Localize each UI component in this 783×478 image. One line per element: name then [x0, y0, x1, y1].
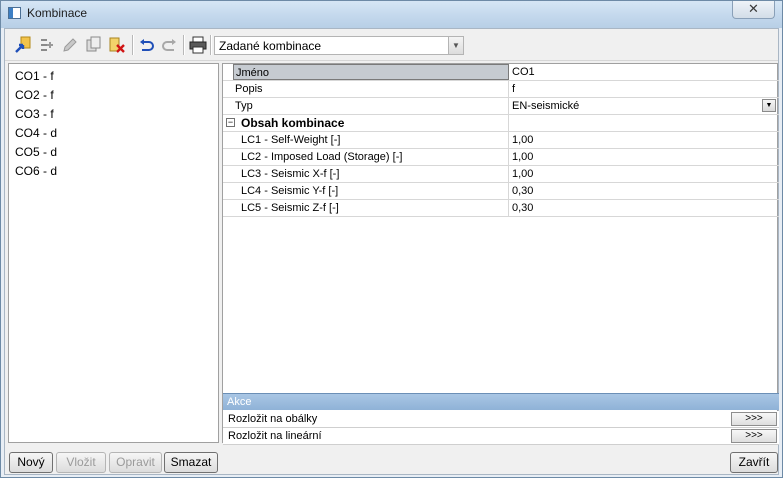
load-case-name: LC3 - Seismic X-f [-] — [239, 166, 509, 182]
action-label: Rozložit na lineární — [228, 430, 322, 442]
action-label: Rozložit na obálky — [228, 413, 318, 425]
load-case-coefficient[interactable]: 1,00 — [509, 132, 779, 148]
collapse-icon[interactable]: − — [226, 118, 235, 127]
section-combination-content[interactable]: − Obsah kombinace — [223, 115, 779, 132]
load-case-name: LC5 - Seismic Z-f [-] — [239, 200, 509, 216]
delete-icon[interactable] — [108, 36, 126, 54]
load-case-row[interactable]: LC2 - Imposed Load (Storage) [-] 1,00 — [223, 149, 779, 166]
edit-icon[interactable] — [61, 36, 79, 54]
edit-button[interactable]: Opravit — [109, 452, 162, 473]
property-label: Typ — [233, 98, 509, 114]
action-row: Rozložit na lineární >>> — [223, 428, 779, 445]
property-row-type[interactable]: Typ EN-seismické ▼ — [223, 98, 779, 115]
close-window-button[interactable]: ✕ — [732, 1, 775, 19]
selector-value: Zadané kombinace — [219, 39, 322, 53]
list-item[interactable]: CO4 - d — [15, 126, 57, 140]
kombinace-window: Kombinace ✕ Zadané kombinace ▼ CO1 - f C… — [0, 0, 783, 478]
type-value: EN-seismické — [512, 100, 580, 112]
redo-icon[interactable] — [160, 36, 178, 54]
name-field[interactable]: CO1 — [509, 64, 779, 80]
property-row-name[interactable]: Jméno CO1 — [223, 64, 779, 81]
combination-list[interactable]: CO1 - f CO2 - f CO3 - f CO4 - d CO5 - d … — [8, 63, 219, 443]
window-title: Kombinace — [27, 6, 88, 20]
load-case-row[interactable]: LC5 - Seismic Z-f [-] 0,30 — [223, 200, 779, 217]
load-case-row[interactable]: LC3 - Seismic X-f [-] 1,00 — [223, 166, 779, 183]
load-case-coefficient[interactable]: 0,30 — [509, 200, 779, 216]
chevron-down-icon[interactable]: ▼ — [762, 99, 776, 112]
action-run-button[interactable]: >>> — [731, 429, 777, 443]
type-select[interactable]: EN-seismické ▼ — [509, 98, 779, 114]
list-item[interactable]: CO5 - d — [15, 145, 57, 159]
insert-icon[interactable] — [38, 36, 56, 54]
description-field[interactable]: f — [509, 81, 779, 97]
toolbar-separator — [210, 35, 211, 55]
title-bar: Kombinace ✕ — [1, 1, 782, 28]
toolbar: Zadané kombinace ▼ — [5, 29, 778, 61]
insert-button[interactable]: Vložit — [56, 452, 106, 473]
delete-button[interactable]: Smazat — [164, 452, 218, 473]
property-grid: Jméno CO1 Popis f Typ EN-seismické ▼ − O… — [222, 63, 779, 443]
load-case-name: LC1 - Self-Weight [-] — [239, 132, 509, 148]
load-case-name: LC4 - Seismic Y-f [-] — [239, 183, 509, 199]
client-area: Zadané kombinace ▼ CO1 - f CO2 - f CO3 -… — [4, 28, 779, 475]
property-label: Popis — [233, 81, 509, 97]
toolbar-separator — [132, 35, 133, 55]
load-case-coefficient[interactable]: 0,30 — [509, 183, 779, 199]
load-case-coefficient[interactable]: 1,00 — [509, 166, 779, 182]
copy-icon[interactable] — [85, 36, 103, 54]
load-case-name: LC2 - Imposed Load (Storage) [-] — [239, 149, 509, 165]
section-title: Obsah kombinace — [239, 115, 509, 131]
action-run-button[interactable]: >>> — [731, 412, 777, 426]
list-item[interactable]: CO6 - d — [15, 164, 57, 178]
new-icon[interactable] — [14, 36, 32, 54]
new-button[interactable]: Nový — [9, 452, 53, 473]
load-case-row[interactable]: LC1 - Self-Weight [-] 1,00 — [223, 132, 779, 149]
list-item[interactable]: CO3 - f — [15, 107, 54, 121]
action-row: Rozložit na obálky >>> — [223, 411, 779, 428]
list-item[interactable]: CO2 - f — [15, 88, 54, 102]
toolbar-separator — [183, 35, 184, 55]
close-button[interactable]: Zavřít — [730, 452, 778, 473]
combination-type-selector[interactable]: Zadané kombinace ▼ — [214, 36, 464, 55]
load-case-coefficient[interactable]: 1,00 — [509, 149, 779, 165]
window-app-icon — [8, 7, 21, 19]
load-case-row[interactable]: LC4 - Seismic Y-f [-] 0,30 — [223, 183, 779, 200]
actions-header: Akce — [223, 393, 779, 410]
property-label: Jméno — [233, 64, 509, 80]
property-row-description[interactable]: Popis f — [223, 81, 779, 98]
print-icon[interactable] — [189, 36, 207, 54]
chevron-down-icon[interactable]: ▼ — [448, 37, 463, 54]
list-item[interactable]: CO1 - f — [15, 69, 54, 83]
undo-icon[interactable] — [138, 36, 156, 54]
